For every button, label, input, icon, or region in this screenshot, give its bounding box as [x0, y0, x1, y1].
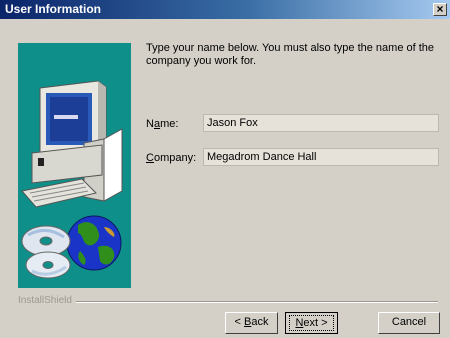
cancel-button[interactable]: Cancel [378, 312, 440, 334]
company-field[interactable]: Megadrom Dance Hall [203, 148, 439, 166]
name-label: Name: [146, 118, 179, 130]
globe-icon [66, 215, 122, 271]
footer-separator [18, 301, 438, 303]
cd-icon [21, 225, 71, 279]
instruction-text: Type your name below. You must also type… [146, 42, 435, 67]
setup-graphic [18, 43, 131, 288]
title-bar: User Information × [0, 0, 450, 19]
computer-icon [21, 80, 123, 208]
window-title: User Information [5, 2, 102, 16]
close-button[interactable]: × [433, 3, 447, 16]
company-label: Company: [146, 152, 197, 164]
name-field[interactable]: Jason Fox [203, 114, 439, 132]
back-button[interactable]: < Back [225, 312, 278, 334]
next-button[interactable]: Next > [285, 312, 338, 334]
close-icon: × [436, 2, 444, 16]
installshield-brand: InstallShield [18, 295, 76, 306]
